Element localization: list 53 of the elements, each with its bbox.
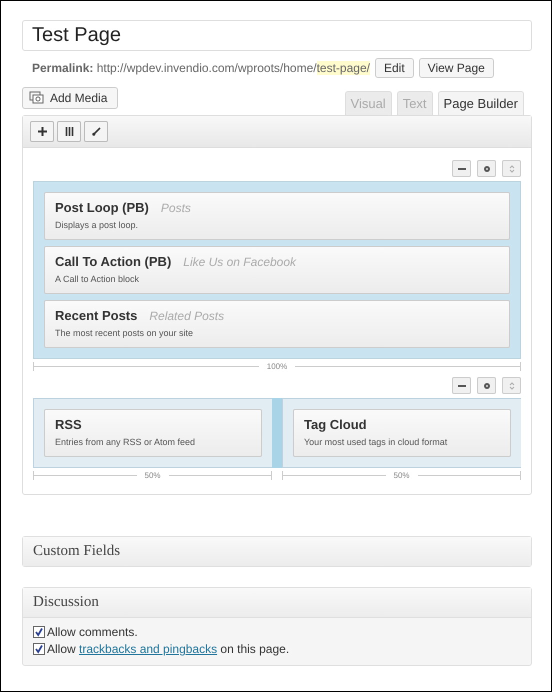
width-label: 100% [266,362,288,371]
brush-icon [92,127,100,136]
widget-title: Call To Action (PB) [55,254,172,269]
widget-title: Recent Posts [55,308,138,323]
widget-description: Your most used tags in cloud format [304,437,448,447]
custom-fields-header[interactable]: Custom Fields [23,537,531,566]
widget-card[interactable]: Recent Posts Related Posts The most recent posts on your site [44,300,510,348]
collapse-button[interactable] [452,377,471,394]
widget-subtitle: Related Posts [149,309,224,323]
row-cell[interactable]: Tag Cloud Your most used tags in cloud format [282,398,521,468]
columns-icon [64,127,74,136]
permalink-button[interactable]: View Page [418,58,494,78]
permalink-button[interactable]: Edit [374,58,414,78]
checkbox[interactable] [33,643,45,655]
row-cell[interactable]: Post Loop (PB) Posts Displays a post loop. Call To Action (PB) Like Us on Facebook A Call to Action block Recent Posts Related Posts The most recent posts on your site [33,181,521,359]
widget-subtitle: Posts [160,201,191,215]
settings-button[interactable] [477,160,496,177]
widget-description: The most recent posts on your site [55,328,194,338]
widget-card[interactable]: Post Loop (PB) Posts Displays a post loop. [44,192,510,240]
widget-card[interactable]: Tag Cloud Your most used tags in cloud format [293,409,511,457]
checkbox[interactable] [33,626,45,638]
settings-icon [482,164,490,172]
widget-title: Tag Cloud [304,417,367,432]
widget-description: Displays a post loop. [55,220,140,230]
widget-subtitle: Like Us on Facebook [183,255,296,269]
option-label: Allow trackbacks and pingbacks on this page. [47,642,290,656]
width-label: 50% [144,471,161,480]
settings-button[interactable] [477,377,496,394]
discussion-header[interactable]: Discussion [23,588,531,618]
widget-card[interactable]: Call To Action (PB) Like Us on Facebook A Call to Action block [44,246,510,294]
option-label: Allow comments. [47,625,138,639]
widget-card[interactable]: RSS Entries from any RSS or Atom feed [44,409,262,457]
media-icon [29,91,45,105]
width-label: 50% [394,471,410,480]
toolbar-button[interactable] [30,121,54,142]
widget-title: Post Loop (PB) [55,200,149,215]
widget-title: RSS [55,417,82,432]
plus-icon [38,127,46,136]
permalink-text: Permalink: http://wpdev.invendio.com/wproots/home/test-page/ [32,61,370,75]
collapse-button[interactable] [452,160,471,177]
title-field[interactable]: Test Page [22,20,532,51]
editor-tab[interactable]: Page Builder [438,91,524,115]
settings-icon [482,382,490,390]
minus-icon [458,384,466,386]
sort-icon [508,164,514,172]
toolbar-button[interactable] [84,121,108,142]
option-link[interactable]: trackbacks and pingbacks [79,642,218,656]
widget-description: Entries from any RSS or Atom feed [55,437,196,447]
add-media-button[interactable]: Add Media [22,87,118,109]
widget-description: A Call to Action block [55,274,140,284]
toolbar-button[interactable] [57,121,81,142]
minus-icon [458,168,466,170]
sort-icon [508,382,514,390]
